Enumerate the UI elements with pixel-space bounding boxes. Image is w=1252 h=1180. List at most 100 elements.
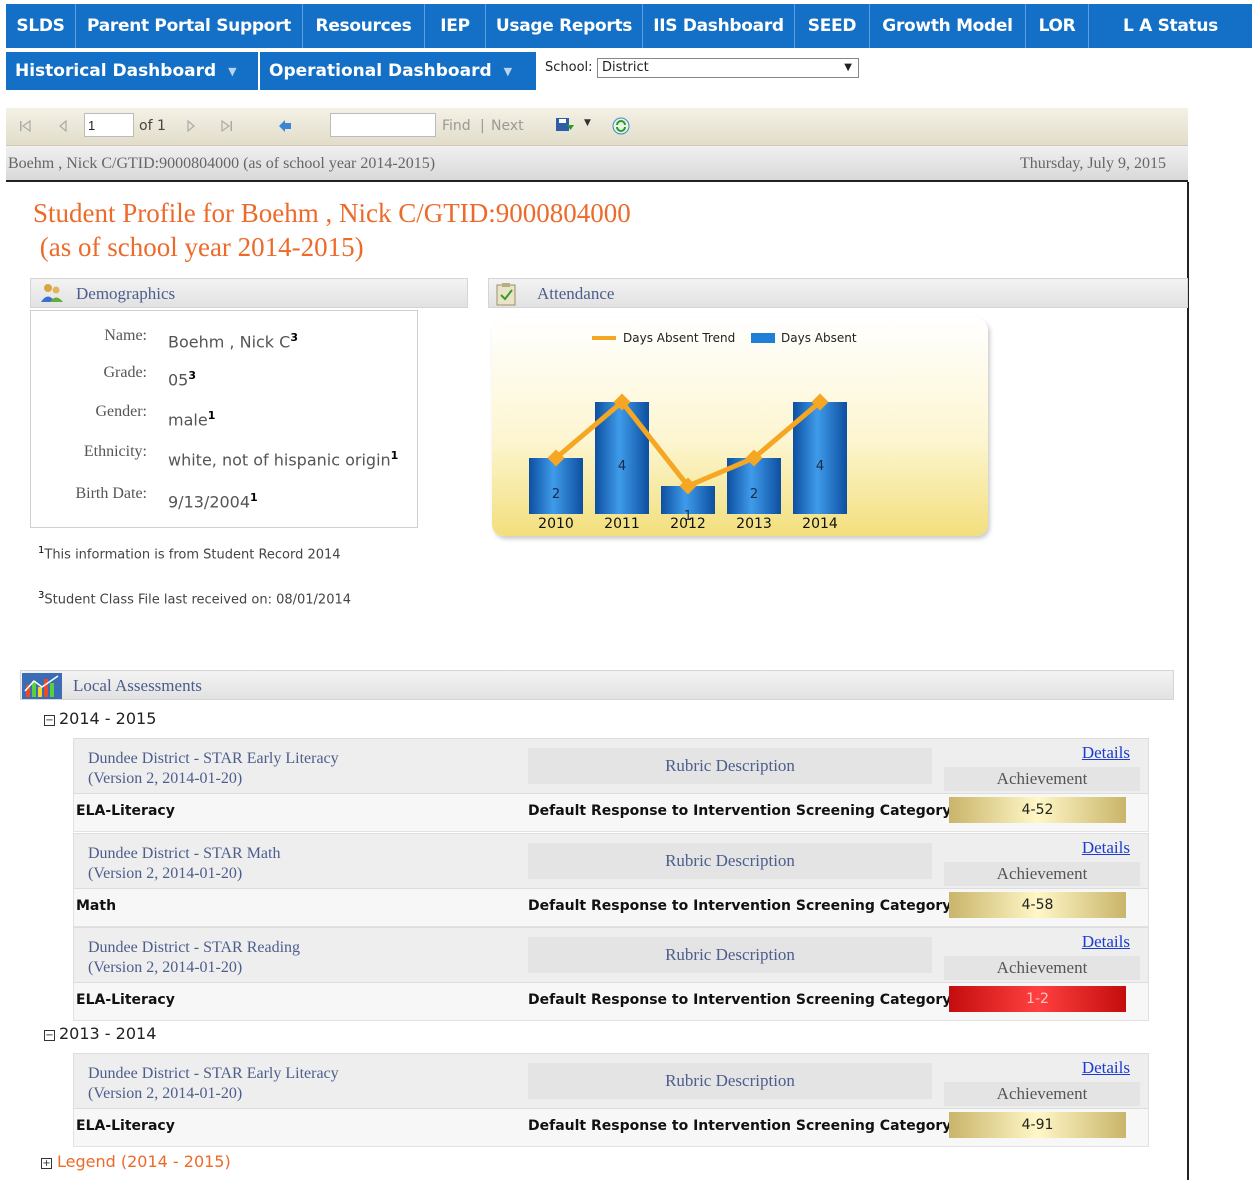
attendance-title: Attendance: [537, 284, 615, 303]
bar-value-label: 2: [552, 487, 560, 502]
chevron-down-icon[interactable]: ▼: [584, 118, 591, 128]
legend-bar-label: Days Absent: [781, 331, 857, 345]
nav-la-status[interactable]: L A Status: [1089, 4, 1252, 48]
achievement-score: 4-91: [949, 1112, 1126, 1138]
page-title-line2: (as of school year 2014-2015): [33, 232, 364, 262]
assessment-result: ELA-Literacy Default Response to Interve…: [73, 1109, 1149, 1147]
export-icon[interactable]: [554, 114, 576, 136]
details-link[interactable]: Details: [1082, 743, 1130, 763]
birth-date-label: Birth Date:: [75, 485, 147, 502]
assessment-subject: ELA-Literacy: [76, 1118, 175, 1134]
rubric-description-header: Rubric Description: [528, 1063, 932, 1099]
assessment-name: Dundee District - STAR Math (Version 2, 2…: [88, 844, 280, 884]
assessment-version: (Version 2, 2014-01-20): [88, 865, 243, 882]
assessment-version: (Version 2, 2014-01-20): [88, 1085, 243, 1102]
school-label: School:: [545, 60, 593, 75]
assessment-row: Dundee District - STAR Early Literacy (Ve…: [73, 1053, 1149, 1147]
collapse-icon[interactable]: −: [44, 1030, 55, 1041]
attendance-header: Attendance: [488, 278, 1188, 308]
nav-lor[interactable]: LOR: [1026, 4, 1089, 48]
footnote-ref: 1: [390, 449, 399, 462]
school-select[interactable]: District ▼: [597, 58, 859, 78]
find-link[interactable]: Find: [442, 118, 471, 134]
assessment-title: Dundee District - STAR Reading: [88, 939, 301, 956]
achievement-header: Achievement: [944, 956, 1140, 980]
last-page-icon[interactable]: [216, 115, 238, 137]
legend-toggle[interactable]: + Legend (2014 - 2015): [41, 1152, 231, 1171]
assessment-name: Dundee District - STAR Early Literacy (Ve…: [88, 749, 339, 789]
assessment-category: Default Response to Intervention Screeni…: [528, 898, 952, 914]
nav-iep[interactable]: IEP: [425, 4, 486, 48]
achievement-score: 1-2: [949, 986, 1126, 1012]
page-title: Student Profile for Boehm , Nick C/GTID:…: [33, 196, 631, 264]
nav-usage-reports[interactable]: Usage Reports: [486, 4, 643, 48]
grade-text: 05: [168, 370, 189, 390]
nav-parent-portal-support[interactable]: Parent Portal Support: [76, 4, 303, 48]
nav-growth-model[interactable]: Growth Model: [870, 4, 1026, 48]
chevron-down-icon: ▼: [228, 64, 237, 78]
name-label: Name:: [104, 327, 147, 344]
demographics-panel: Name: Boehm , Nick C3 Grade: 053 Gender:…: [30, 310, 418, 528]
next-link[interactable]: Next: [491, 118, 524, 134]
local-assessments-header: Local Assessments: [20, 670, 1174, 700]
rubric-description-header: Rubric Description: [528, 937, 932, 973]
attendance-chart-svg: Days Absent Trend Days Absent 24124 2010…: [529, 331, 857, 532]
details-link[interactable]: Details: [1082, 1058, 1130, 1078]
assessment-header: Dundee District - STAR Early Literacy (Ve…: [73, 1053, 1149, 1109]
nav-slds[interactable]: SLDS: [6, 4, 76, 48]
nav-historical-dashboard[interactable]: Historical Dashboard ▼: [6, 52, 258, 90]
bar-chart-icon: [22, 673, 62, 704]
toolbar-separator: |: [480, 118, 485, 134]
page-number-input[interactable]: [84, 113, 134, 137]
demographics-header: Demographics: [30, 278, 468, 308]
footnote-class-file: 3Student Class File last received on: 08…: [38, 590, 351, 607]
report-student-info: Boehm , Nick C/GTID:9000804000 (as of sc…: [8, 155, 436, 172]
ethnicity-text: white, not of hispanic origin: [168, 450, 391, 470]
legend-trend-label: Days Absent Trend: [623, 331, 735, 345]
details-link[interactable]: Details: [1082, 932, 1130, 952]
report-date: Thursday, July 9, 2015: [1019, 155, 1166, 172]
first-page-icon[interactable]: [14, 115, 36, 137]
back-arrow-icon[interactable]: [274, 115, 296, 137]
nav-seed[interactable]: SEED: [795, 4, 870, 48]
bar-value-label: 4: [816, 459, 824, 474]
nav-operational-dashboard-label: Operational Dashboard: [269, 61, 492, 81]
details-link[interactable]: Details: [1082, 838, 1130, 858]
main-nav: SLDS Parent Portal Support Resources IEP…: [6, 4, 1252, 48]
footnote-ref: 3: [290, 331, 298, 344]
assessment-title: Dundee District - STAR Early Literacy: [88, 750, 339, 767]
school-select-value: District: [602, 60, 649, 75]
page-title-line1: Student Profile for Boehm , Nick C/GTID:…: [33, 198, 631, 228]
footnote-text: Student Class File last received on: 08/…: [44, 592, 352, 608]
report-toolbar: of 1 Find | Next ▼: [6, 108, 1188, 146]
previous-page-icon[interactable]: [52, 115, 74, 137]
expand-icon[interactable]: +: [41, 1158, 52, 1169]
assessment-row: Dundee District - STAR Early Literacy (Ve…: [73, 738, 1149, 832]
nav-iis-dashboard[interactable]: IIS Dashboard: [643, 4, 795, 48]
dropdown-arrow-icon: ▼: [844, 62, 852, 73]
achievement-header: Achievement: [944, 767, 1140, 791]
footnote-ref: 1: [207, 409, 216, 422]
assessment-header: Dundee District - STAR Early Literacy (Ve…: [73, 738, 1149, 794]
nav-resources[interactable]: Resources: [303, 4, 425, 48]
footnote-text: This information is from Student Record …: [44, 547, 341, 563]
ethnicity-value: white, not of hispanic origin1: [168, 449, 398, 469]
find-input[interactable]: [330, 113, 436, 137]
assessment-title: Dundee District - STAR Early Literacy: [88, 1065, 339, 1082]
bar-value-label: 2: [750, 487, 758, 502]
year-label: 2013 - 2014: [59, 1024, 157, 1043]
collapse-icon[interactable]: −: [44, 715, 55, 726]
legend-trend-swatch: [592, 336, 616, 340]
next-page-icon[interactable]: [180, 115, 202, 137]
year-toggle-2014-2015[interactable]: −2014 - 2015: [44, 709, 156, 728]
assessment-name: Dundee District - STAR Early Literacy (Ve…: [88, 1064, 339, 1104]
refresh-icon[interactable]: [610, 115, 632, 137]
chart-x-labels: 2010 2011 2012 2013 2014: [538, 516, 838, 532]
year-toggle-2013-2014[interactable]: −2013 - 2014: [44, 1024, 156, 1043]
assessment-result: Math Default Response to Intervention Sc…: [73, 889, 1149, 927]
chevron-down-icon: ▼: [503, 64, 513, 78]
achievement-score: 4-52: [949, 797, 1126, 823]
chart-trend: [547, 393, 829, 495]
achievement-header: Achievement: [944, 862, 1140, 886]
nav-operational-dashboard[interactable]: Operational Dashboard ▼: [260, 52, 536, 90]
